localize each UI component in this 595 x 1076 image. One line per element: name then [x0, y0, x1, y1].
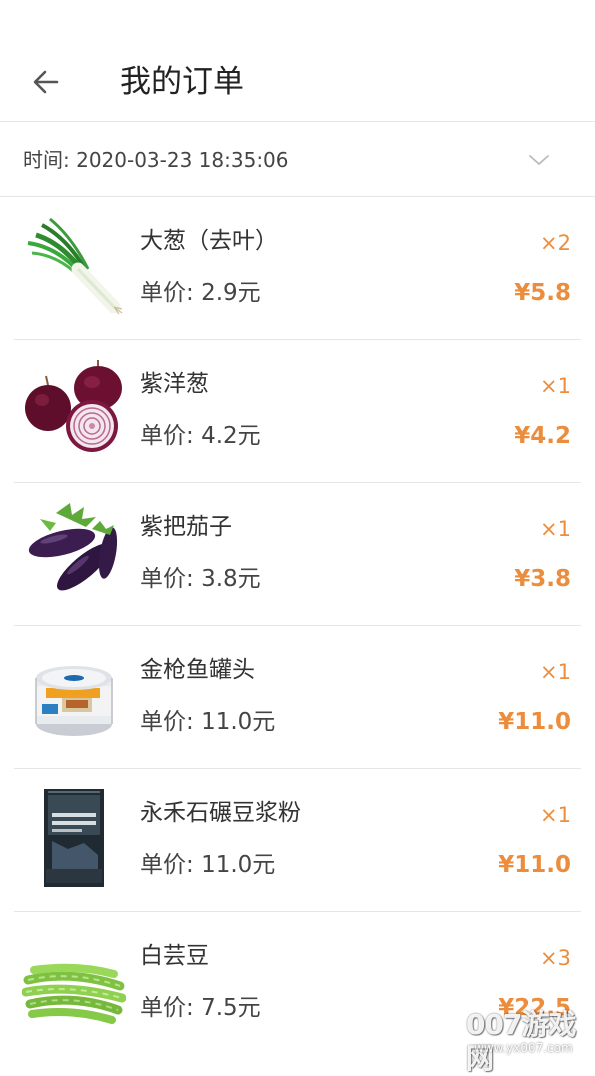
order-time: 时间: 2020-03-23 18:35:06	[23, 148, 289, 172]
item-quantity: ×3	[540, 946, 571, 970]
price-label: 单价:	[140, 995, 194, 1021]
item-unit-price: 单价: 3.8元	[140, 563, 261, 595]
item-unit-price: 单价: 2.9元	[140, 277, 261, 309]
price-label: 单价:	[140, 852, 194, 878]
item-quantity: ×2	[540, 231, 571, 255]
item-unit-price: 单价: 11.0元	[140, 849, 275, 881]
eggplant-image	[28, 503, 118, 591]
price-label: 单价:	[140, 566, 194, 592]
item-name: 紫洋葱	[140, 371, 209, 397]
watermark-url: www.yx007.com	[474, 1041, 573, 1055]
site-watermark: 007游戏网 www.yx007.com	[460, 1008, 590, 1075]
item-quantity: ×1	[540, 517, 571, 541]
arrow-left-icon	[33, 70, 59, 94]
order-item[interactable]: 大葱（去叶） 单价: 2.9元 ×2 ¥5.8	[0, 197, 595, 340]
item-unit-price: 单价: 4.2元	[140, 420, 261, 452]
item-quantity: ×1	[540, 803, 571, 827]
price-value: 4.2元	[201, 423, 261, 449]
page-title: 我的订单	[120, 64, 244, 100]
item-total: ¥5.8	[514, 280, 571, 306]
price-label: 单价:	[140, 423, 194, 449]
price-value: 3.8元	[201, 566, 261, 592]
tuna-can-image	[35, 666, 113, 736]
app-header: 我的订单	[0, 0, 595, 122]
item-unit-price: 单价: 7.5元	[140, 992, 261, 1024]
item-name: 金枪鱼罐头	[140, 657, 255, 683]
price-value: 7.5元	[201, 995, 261, 1021]
expand-order-toggle[interactable]	[524, 146, 554, 174]
price-label: 单价:	[140, 709, 194, 735]
price-label: 单价:	[140, 280, 194, 306]
soy-milk-powder-bag-image	[44, 789, 104, 887]
green-beans-image	[22, 963, 126, 1024]
item-name: 白芸豆	[140, 943, 209, 969]
chevron-down-icon	[529, 155, 549, 165]
red-onion-image	[25, 360, 122, 452]
order-item[interactable]: 永禾石碾豆浆粉 单价: 11.0元 ×1 ¥11.0	[0, 769, 595, 912]
order-item[interactable]: 紫把茄子 单价: 3.8元 ×1 ¥3.8	[0, 483, 595, 626]
price-value: 2.9元	[201, 280, 261, 306]
order-item[interactable]: 金枪鱼罐头 单价: 11.0元 ×1 ¥11.0	[0, 626, 595, 769]
item-total: ¥3.8	[514, 566, 571, 592]
item-total: ¥11.0	[498, 709, 571, 735]
item-name: 大葱（去叶）	[140, 228, 278, 254]
item-unit-price: 单价: 11.0元	[140, 706, 275, 738]
order-item[interactable]: 紫洋葱 单价: 4.2元 ×1 ¥4.2	[0, 340, 595, 483]
order-item-list: 大葱（去叶） 单价: 2.9元 ×2 ¥5.8 紫洋葱 单价: 4.2元 ×1 …	[0, 197, 595, 1055]
order-time-row[interactable]: 时间: 2020-03-23 18:35:06	[0, 122, 595, 197]
item-quantity: ×1	[540, 660, 571, 684]
item-name: 紫把茄子	[140, 514, 232, 540]
item-total: ¥4.2	[514, 423, 571, 449]
item-quantity: ×1	[540, 374, 571, 398]
back-button[interactable]	[22, 58, 70, 106]
green-onion-image	[27, 217, 123, 315]
price-value: 11.0元	[201, 852, 276, 878]
price-value: 11.0元	[201, 709, 276, 735]
item-total: ¥11.0	[498, 852, 571, 878]
item-name: 永禾石碾豆浆粉	[140, 800, 301, 826]
